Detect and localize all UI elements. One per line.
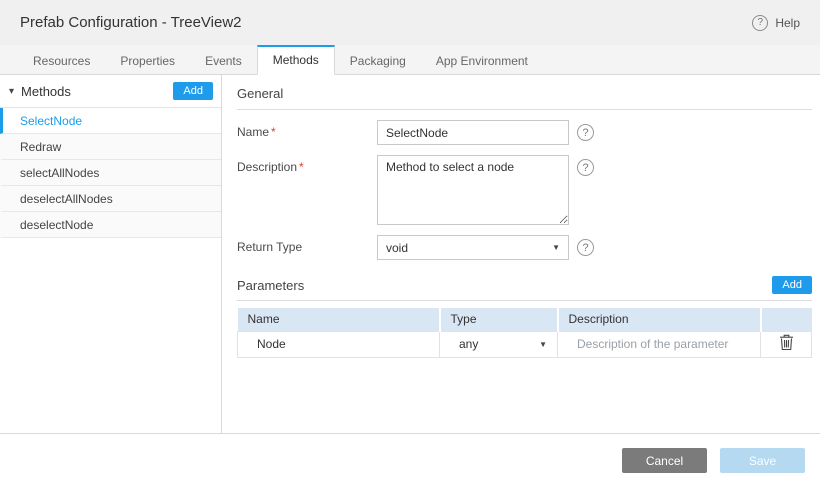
name-label: Name*: [237, 120, 377, 139]
parameters-table: Name Type Description any: [237, 308, 812, 358]
add-method-button[interactable]: Add: [173, 82, 213, 100]
param-description-cell: [558, 331, 761, 357]
help-label: Help: [775, 16, 800, 30]
description-label-text: Description: [237, 160, 297, 174]
parameters-heading: Parameters: [237, 278, 304, 293]
param-type-select[interactable]: any ▼: [440, 332, 557, 356]
trash-icon: [779, 339, 794, 354]
description-textarea[interactable]: Method to select a node: [377, 155, 569, 225]
description-field-row: Description* Method to select a node ?: [237, 155, 812, 225]
column-header-type: Type: [440, 308, 558, 331]
parameters-header-row: Name Type Description: [238, 308, 812, 331]
return-type-help-icon[interactable]: ?: [577, 239, 594, 256]
description-label: Description*: [237, 155, 377, 174]
name-input[interactable]: [377, 120, 569, 145]
save-button[interactable]: Save: [720, 448, 805, 473]
name-help-icon[interactable]: ?: [577, 124, 594, 141]
help-icon: ?: [752, 15, 768, 31]
delete-parameter-button[interactable]: [775, 332, 798, 356]
column-header-name: Name: [238, 308, 440, 331]
name-field-row: Name* ?: [237, 120, 812, 145]
sidebar-header: ▾ Methods Add: [0, 75, 221, 108]
method-detail-panel: General Name* ? Description* Method to s…: [222, 75, 820, 433]
chevron-down-icon: ▼: [552, 243, 560, 252]
sidebar-item-selectnode[interactable]: SelectNode: [0, 108, 221, 134]
add-parameter-button[interactable]: Add: [772, 276, 812, 294]
required-asterisk: *: [299, 160, 304, 174]
sidebar-item-selectallnodes[interactable]: selectAllNodes: [0, 160, 221, 186]
param-name-cell: [238, 331, 440, 357]
help-link[interactable]: ? Help: [752, 15, 800, 31]
return-type-value: void: [386, 241, 408, 255]
param-description-input[interactable]: [558, 332, 760, 356]
tab-methods[interactable]: Methods: [257, 45, 335, 75]
return-type-field-row: Return Type void ▼ ?: [237, 235, 812, 260]
sidebar-group-label: Methods: [21, 84, 71, 99]
tab-resources[interactable]: Resources: [18, 45, 105, 74]
tab-events[interactable]: Events: [190, 45, 257, 74]
tab-properties[interactable]: Properties: [105, 45, 190, 74]
column-header-description: Description: [558, 308, 761, 331]
param-name-input[interactable]: [238, 332, 439, 356]
return-type-label: Return Type: [237, 235, 377, 254]
param-type-value: any: [459, 337, 478, 351]
column-header-action: [761, 308, 812, 331]
required-asterisk: *: [271, 125, 276, 139]
caret-down-icon[interactable]: ▾: [9, 86, 14, 97]
cancel-button[interactable]: Cancel: [622, 448, 707, 473]
sidebar-item-deselectnode[interactable]: deselectNode: [0, 212, 221, 238]
chevron-down-icon: ▼: [539, 340, 547, 349]
title-bar: Prefab Configuration - TreeView2 ? Help: [0, 0, 820, 45]
page-title: Prefab Configuration - TreeView2: [20, 14, 242, 31]
dialog-footer: Cancel Save: [0, 433, 820, 487]
tab-bar: Resources Properties Events Methods Pack…: [0, 45, 820, 75]
sidebar-item-redraw[interactable]: Redraw: [0, 134, 221, 160]
general-heading: General: [237, 86, 283, 101]
methods-sidebar: ▾ Methods Add SelectNode Redraw selectAl…: [0, 75, 222, 433]
tab-app-environment[interactable]: App Environment: [421, 45, 543, 74]
sidebar-item-deselectallnodes[interactable]: deselectAllNodes: [0, 186, 221, 212]
tab-packaging[interactable]: Packaging: [335, 45, 421, 74]
return-type-select[interactable]: void ▼: [377, 235, 569, 260]
description-help-icon[interactable]: ?: [577, 159, 594, 176]
parameters-section-header: Parameters Add: [237, 276, 812, 301]
general-section-header: General: [237, 86, 812, 110]
name-label-text: Name: [237, 125, 269, 139]
param-type-cell: any ▼: [440, 331, 558, 357]
param-action-cell: [761, 331, 812, 357]
dialog-body: ▾ Methods Add SelectNode Redraw selectAl…: [0, 75, 820, 433]
prefab-configuration-dialog: Prefab Configuration - TreeView2 ? Help …: [0, 0, 820, 488]
table-row: any ▼: [238, 331, 812, 357]
